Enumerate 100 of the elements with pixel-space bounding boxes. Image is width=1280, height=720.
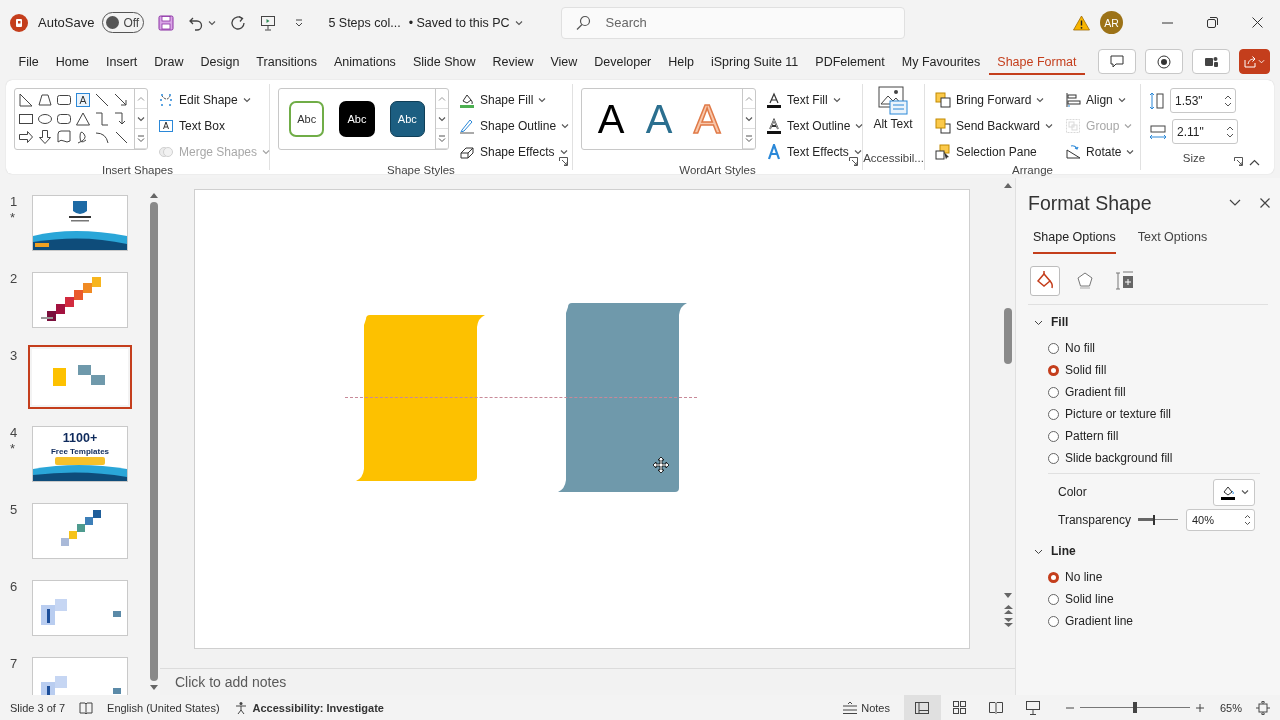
notes-button[interactable]: Notes: [843, 701, 890, 714]
scroll-thumb[interactable]: [1004, 308, 1012, 364]
ribbon-tab[interactable]: My Favourites: [893, 48, 989, 75]
height-field[interactable]: 1.53": [1170, 88, 1236, 113]
ribbon-tab[interactable]: Developer: [585, 48, 660, 75]
alt-text-button[interactable]: Alt Text: [871, 84, 915, 133]
accessibility-status[interactable]: Accessibility: Investigate: [252, 701, 384, 714]
radio-button[interactable]: [1048, 342, 1059, 354]
ribbon-command[interactable]: Text Outline: [764, 114, 866, 138]
flowchart-shape-icon[interactable]: [56, 129, 72, 146]
zoom-in-icon[interactable]: [1195, 703, 1204, 712]
caret-up-icon[interactable]: [150, 192, 158, 198]
radio-button[interactable]: [1048, 615, 1059, 627]
ribbon-tab[interactable]: File: [10, 48, 48, 75]
radio-button[interactable]: [1048, 386, 1059, 398]
caret-down-icon[interactable]: [1004, 593, 1012, 599]
ribbon-command[interactable]: Shape Outline: [457, 114, 572, 138]
radio-button[interactable]: [1048, 408, 1059, 420]
ribbon-command[interactable]: Rotate: [1063, 140, 1137, 164]
transparency-field[interactable]: 40%: [1186, 509, 1255, 531]
text-box-icon[interactable]: [75, 92, 91, 108]
option-label[interactable]: Gradient fill: [1065, 385, 1126, 399]
ribbon-command[interactable]: Shape Fill: [457, 88, 572, 112]
radio-button[interactable]: [1048, 430, 1059, 442]
radio-button[interactable]: [1048, 364, 1059, 376]
style-preset[interactable]: Abc: [339, 101, 375, 137]
section-header[interactable]: Line: [1034, 542, 1076, 560]
line-icon[interactable]: [113, 129, 129, 146]
section-header[interactable]: Fill: [1034, 313, 1069, 331]
pane-tab[interactable]: Shape Options: [1033, 226, 1116, 254]
slide-thumbnail[interactable]: [32, 272, 128, 328]
spin-arrows-icon[interactable]: [1244, 514, 1251, 526]
right-triangle-icon[interactable]: [18, 92, 34, 108]
ribbon-command[interactable]: Text Box: [156, 114, 273, 138]
ribbon-tab[interactable]: PDFelement: [806, 48, 894, 75]
arc-icon[interactable]: [94, 129, 110, 146]
icon-tab[interactable]: [1030, 266, 1060, 296]
user-avatar[interactable]: AR: [1100, 11, 1123, 34]
ribbon-tab[interactable]: Review: [483, 48, 542, 75]
zoom-level[interactable]: 65%: [1219, 701, 1242, 714]
warning-icon[interactable]: [1073, 14, 1090, 31]
transparency-slider[interactable]: [1138, 515, 1178, 525]
ribbon-command[interactable]: Shape Effects: [457, 140, 572, 164]
style-preset[interactable]: Abc: [389, 101, 425, 137]
line-icon[interactable]: [94, 92, 110, 108]
ribbon-tab[interactable]: iSpring Suite 11: [702, 48, 807, 75]
ribbon-command[interactable]: Edit Shape: [156, 88, 273, 112]
save-status[interactable]: • Saved to this PC: [408, 15, 510, 30]
spin-arrows-icon[interactable]: [1224, 93, 1232, 108]
slide-thumbnail[interactable]: [32, 195, 128, 251]
normal-view-button[interactable]: [903, 695, 941, 720]
ribbon-command[interactable]: Selection Pane: [933, 140, 1056, 164]
radio-button[interactable]: [1048, 593, 1059, 605]
record-button[interactable]: [1145, 49, 1183, 74]
color-picker-button[interactable]: [1213, 478, 1255, 506]
meeting-button[interactable]: [1192, 49, 1230, 74]
option-label[interactable]: No fill: [1065, 341, 1095, 355]
wordart-preset[interactable]: A: [592, 99, 630, 139]
option-label[interactable]: Picture or texture fill: [1065, 407, 1172, 421]
down-arrow-icon[interactable]: [37, 129, 53, 146]
ribbon-command[interactable]: Text Fill: [764, 88, 866, 112]
ribbon-command[interactable]: Send Backward: [933, 114, 1056, 138]
search-field[interactable]: Search: [560, 6, 905, 39]
zoom-slider[interactable]: [1079, 702, 1190, 713]
ribbon-command[interactable]: Align: [1063, 88, 1137, 112]
option-label[interactable]: Gradient line: [1065, 614, 1134, 628]
caret-up-icon[interactable]: [1004, 182, 1012, 188]
collapse-ribbon-button[interactable]: [1249, 159, 1260, 166]
wordart-preset[interactable]: A: [640, 99, 678, 139]
next-slide-icon[interactable]: [1003, 618, 1013, 627]
previous-slide-icon[interactable]: [1003, 605, 1013, 614]
option-label[interactable]: Solid fill: [1065, 363, 1107, 377]
ribbon-tab[interactable]: View: [541, 48, 586, 75]
ribbon-tab[interactable]: Home: [47, 48, 98, 75]
comments-button[interactable]: [1098, 49, 1136, 74]
ribbon-tab[interactable]: Shape Format: [988, 48, 1086, 75]
dialog-launcher[interactable]: [1234, 157, 1243, 166]
accessibility-icon[interactable]: [233, 700, 248, 715]
caret-down-icon[interactable]: [150, 685, 158, 691]
ribbon-tab[interactable]: Transitions: [247, 48, 326, 75]
ribbon-tab[interactable]: Animations: [325, 48, 405, 75]
option-label[interactable]: No line: [1065, 570, 1103, 584]
slide-thumbnail[interactable]: 1100+ Free Templates: [32, 426, 128, 482]
arrow-icon[interactable]: [113, 92, 129, 108]
language-button[interactable]: English (United States): [107, 701, 220, 714]
option-label[interactable]: Pattern fill: [1065, 429, 1119, 443]
slide-thumbnail[interactable]: [32, 503, 128, 559]
triangle-icon[interactable]: [75, 110, 91, 127]
dialog-launcher[interactable]: [849, 157, 858, 166]
option-label[interactable]: Slide background fill: [1065, 451, 1173, 465]
ribbon-tab[interactable]: Help: [659, 48, 703, 75]
slide-thumbnail[interactable]: [32, 580, 128, 636]
radio-button[interactable]: [1048, 452, 1059, 464]
redo-icon[interactable]: [230, 14, 247, 31]
ribbon-tab[interactable]: Insert: [97, 48, 146, 75]
customize-icon[interactable]: [294, 17, 305, 28]
ribbon-tab[interactable]: Draw: [145, 48, 192, 75]
scroll-thumb[interactable]: [150, 202, 158, 681]
width-field[interactable]: 2.11": [1172, 119, 1238, 144]
share-button[interactable]: [1239, 49, 1270, 74]
